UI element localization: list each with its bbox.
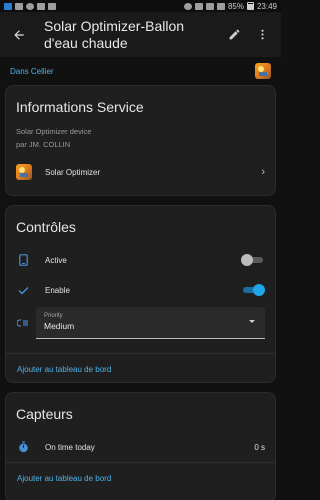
controls-add-dashboard-label: Ajouter au tableau de bord <box>17 364 112 374</box>
sensor-value-on-time: 0 s <box>254 442 265 452</box>
control-label-enable: Enable <box>45 285 70 295</box>
enable-toggle[interactable] <box>241 284 265 296</box>
play-icon <box>48 2 56 10</box>
sensors-card: Capteurs On time today 0 s Ajouter au ta… <box>5 392 276 500</box>
status-bar: 85% 23:49 <box>0 0 281 12</box>
controls-card-title: Contrôles <box>16 219 76 235</box>
service-description-line2: par JM. COLLIN <box>16 140 71 149</box>
sync-icon <box>26 2 34 10</box>
edit-button[interactable] <box>223 24 245 46</box>
controls-card: Contrôles Active Enable Priority Medium <box>5 205 276 383</box>
battery-icon <box>246 2 254 10</box>
integration-row[interactable]: Solar Optimizer › <box>6 158 275 186</box>
priority-select[interactable]: Priority Medium <box>36 307 265 339</box>
priority-select-label: Priority <box>44 313 63 319</box>
priority-select-value: Medium <box>44 321 75 331</box>
integration-logo-icon <box>16 164 32 180</box>
clock: 23:49 <box>256 1 277 11</box>
signal-icon <box>216 2 225 10</box>
service-description-line1: Solar Optimizer device <box>16 127 92 136</box>
app-toolbar: Solar Optimizer-Ballon d'eau chaude <box>0 12 281 57</box>
service-info-card: Informations Service Solar Optimizer dev… <box>5 85 276 196</box>
service-card-title: Informations Service <box>16 99 144 115</box>
arrow-left-icon <box>14 29 24 40</box>
toggle-knob <box>241 254 253 266</box>
phone-icon <box>16 254 30 266</box>
wifi-icon <box>205 2 214 10</box>
voicemail-icon <box>15 2 23 10</box>
solar-optimizer-logo-icon <box>255 63 271 79</box>
control-row-active[interactable]: Active <box>6 245 275 275</box>
sensor-label-on-time: On time today <box>45 442 95 452</box>
status-left-icons <box>4 2 56 10</box>
check-icon <box>16 286 30 295</box>
dropdown-caret-icon <box>249 320 255 323</box>
chevron-right-icon: › <box>261 166 265 178</box>
controls-add-dashboard[interactable]: Ajouter au tableau de bord <box>6 354 275 384</box>
pencil-icon <box>229 29 239 40</box>
notification-icon <box>4 2 12 10</box>
control-label-active: Active <box>45 255 67 265</box>
active-toggle[interactable] <box>241 254 265 266</box>
mute-icon <box>194 2 203 10</box>
priority-select-row: Priority Medium <box>6 305 275 341</box>
page-title: Solar Optimizer-Ballon d'eau chaude <box>44 17 185 51</box>
more-vert-icon <box>260 29 264 40</box>
priority-icon <box>16 319 30 327</box>
integration-name: Solar Optimizer <box>45 167 101 177</box>
back-button[interactable] <box>8 24 30 46</box>
status-right-icons: 85% 23:49 <box>183 1 277 11</box>
gallery-icon <box>37 2 45 10</box>
service-description: Solar Optimizer device par JM. COLLIN <box>6 115 275 151</box>
bluetooth-icon <box>183 2 192 10</box>
sensors-add-dashboard-label: Ajouter au tableau de bord <box>17 473 112 483</box>
area-link[interactable]: Dans Cellier <box>10 67 54 76</box>
sensors-card-title: Capteurs <box>16 406 73 422</box>
battery-percent: 85% <box>227 1 244 11</box>
more-button[interactable] <box>251 24 273 46</box>
sensors-add-dashboard[interactable]: Ajouter au tableau de bord <box>6 463 275 493</box>
area-row: Dans Cellier <box>0 57 281 85</box>
timer-icon <box>16 441 30 453</box>
sensor-row-on-time[interactable]: On time today 0 s <box>6 432 275 462</box>
toggle-knob <box>253 284 265 296</box>
control-row-enable[interactable]: Enable <box>6 275 275 305</box>
